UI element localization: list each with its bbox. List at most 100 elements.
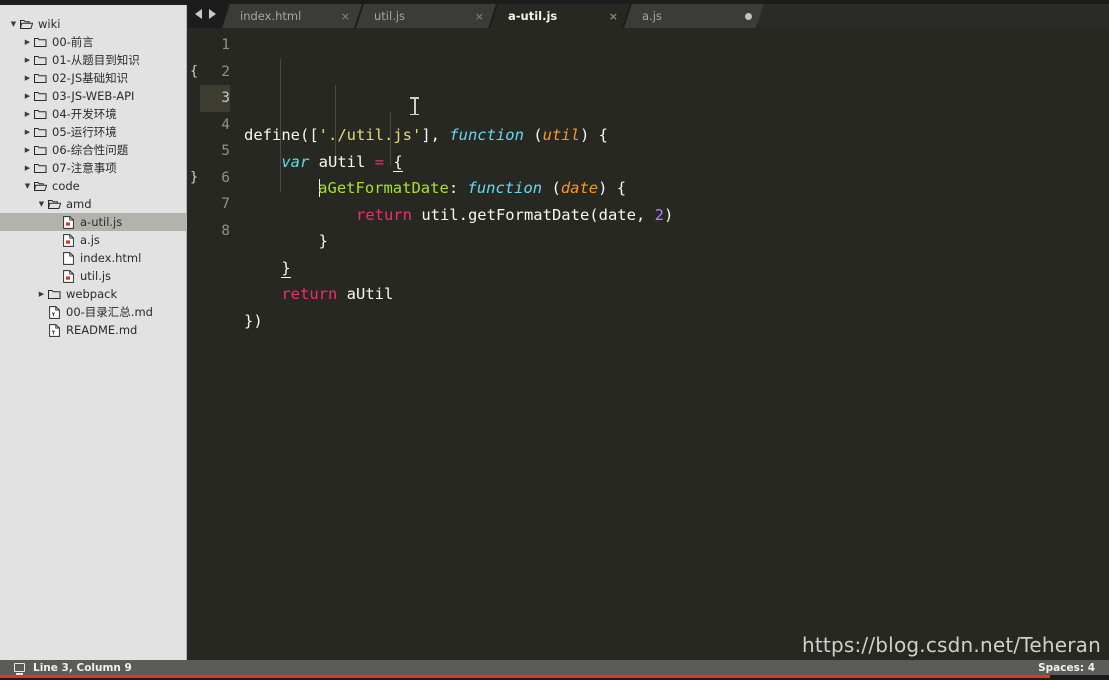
tab-index-html[interactable]: index.html × xyxy=(222,4,362,28)
chevron-down-icon[interactable]: ▼ xyxy=(22,177,33,195)
tree-item-05-[interactable]: ▶ 05-运行环境 xyxy=(0,123,186,141)
code-token: util.getFormatDate(date, xyxy=(411,205,655,224)
chevron-right-icon[interactable]: ▶ xyxy=(22,141,33,159)
tree-item-02-js[interactable]: ▶ 02-JS基础知识 xyxy=(0,69,186,87)
tab-label: a-util.js xyxy=(508,9,558,23)
tree-item-amd[interactable]: ▼ amd xyxy=(0,195,186,213)
folder-icon xyxy=(33,91,48,102)
tab-bar[interactable]: index.html × util.js × a-util.js × a.js xyxy=(188,0,1109,28)
spacer-icon: ▶ xyxy=(50,231,61,249)
spacer-icon: ▶ xyxy=(36,303,47,321)
triangle-left-icon[interactable] xyxy=(194,9,202,19)
code-token: date xyxy=(560,179,599,197)
chevron-right-icon[interactable]: ▶ xyxy=(22,123,33,141)
fold-marker-column[interactable]: {} xyxy=(188,28,200,660)
fold-marker[interactable]: } xyxy=(188,165,200,192)
sublime-text-window: ▼ wiki ▶ 00-前言 ▶ 01-从题目到知识 ▶ 02-JS基础知识 ▶ 03-JS-WE… xyxy=(0,0,1109,680)
tab-util-js[interactable]: util.js × xyxy=(356,4,496,28)
fold-marker[interactable]: { xyxy=(188,59,200,86)
folder-icon xyxy=(33,127,48,138)
tree-item-07-[interactable]: ▶ 07-注意事项 xyxy=(0,159,186,177)
code-token: } xyxy=(244,232,328,250)
tree-item-label: 07-注意事项 xyxy=(52,161,117,175)
code-token: aUtil xyxy=(309,152,375,171)
code-token: aGetFormatDate xyxy=(318,179,449,197)
code-content[interactable]: define(['./util.js'], function (util) { … xyxy=(238,28,1109,660)
tree-item-label: README.md xyxy=(66,323,138,337)
code-token: ) { xyxy=(579,126,608,144)
code-token: var xyxy=(281,152,310,171)
code-line[interactable]: } xyxy=(244,255,1109,282)
chevron-down-icon[interactable]: ▼ xyxy=(36,195,47,213)
code-token: define([ xyxy=(244,126,319,144)
chevron-right-icon[interactable]: ▶ xyxy=(22,33,33,51)
code-token: ( xyxy=(542,179,561,197)
folder-tree[interactable]: ▼ wiki ▶ 00-前言 ▶ 01-从题目到知识 ▶ 02-JS基础知识 ▶ 03-JS-WE… xyxy=(0,5,186,339)
tree-item-06-[interactable]: ▶ 06-综合性问题 xyxy=(0,141,186,159)
chevron-right-icon[interactable]: ▶ xyxy=(22,159,33,177)
code-line[interactable]: } xyxy=(244,228,1109,255)
tree-item-webpack[interactable]: ▶ webpack xyxy=(0,285,186,303)
code-token: ], xyxy=(421,126,450,144)
folder-icon xyxy=(33,73,48,84)
tree-item-a-util.js[interactable]: ▶ a-util.js xyxy=(0,213,186,231)
tree-item-code[interactable]: ▼ code xyxy=(0,177,186,195)
folder-icon xyxy=(33,37,48,48)
unsaved-indicator-icon[interactable] xyxy=(745,13,752,20)
code-line[interactable]: aGetFormatDate: function (date) { xyxy=(244,175,1109,202)
folder-open-icon xyxy=(19,19,34,30)
spaces-setting-label[interactable]: Spaces: 4 xyxy=(1038,662,1095,674)
code-token: } xyxy=(281,258,291,278)
folder-open-icon xyxy=(33,181,48,192)
code-line[interactable]: return aUtil xyxy=(244,281,1109,308)
tree-item-wiki[interactable]: ▼ wiki xyxy=(0,15,186,33)
tab-list[interactable]: index.html × util.js × a-util.js × a.js xyxy=(222,4,1109,28)
chevron-right-icon[interactable]: ▶ xyxy=(22,51,33,69)
chevron-down-icon[interactable]: ▼ xyxy=(8,15,19,33)
tree-item-label: 03-JS-WEB-API xyxy=(52,89,135,103)
line-number: 7 xyxy=(221,196,230,212)
tab-nav-arrows[interactable] xyxy=(188,0,222,28)
code-line[interactable]: define(['./util.js'], function (util) { xyxy=(244,122,1109,149)
chevron-right-icon[interactable]: ▶ xyxy=(22,87,33,105)
tree-item-00-[interactable]: ▶ 00-前言 xyxy=(0,33,186,51)
chevron-right-icon[interactable]: ▶ xyxy=(36,285,47,303)
tree-item-label: 06-综合性问题 xyxy=(52,143,129,157)
tree-item-03-js-web-api[interactable]: ▶ 03-JS-WEB-API xyxy=(0,87,186,105)
folder-open-icon xyxy=(47,199,62,210)
code-token: aUtil xyxy=(337,285,394,303)
chevron-right-icon[interactable]: ▶ xyxy=(22,69,33,87)
code-token: ) { xyxy=(598,179,627,197)
file-js-icon xyxy=(61,215,76,229)
chevron-right-icon[interactable]: ▶ xyxy=(22,105,33,123)
tree-item-util.js[interactable]: ▶ util.js xyxy=(0,267,186,285)
tree-item-label: 05-运行环境 xyxy=(52,125,117,139)
tab-a-js[interactable]: a.js xyxy=(624,4,764,28)
code-token: { xyxy=(393,152,403,172)
spacer-icon: ▶ xyxy=(50,249,61,267)
tree-item-readme.md[interactable]: ▶ README.md xyxy=(0,321,186,339)
triangle-right-icon[interactable] xyxy=(208,9,216,19)
tree-item-01-[interactable]: ▶ 01-从题目到知识 xyxy=(0,51,186,69)
close-icon[interactable]: × xyxy=(475,10,484,23)
tree-item-index.html[interactable]: ▶ index.html xyxy=(0,249,186,267)
code-line[interactable]: }) xyxy=(244,308,1109,335)
tree-item-a.js[interactable]: ▶ a.js xyxy=(0,231,186,249)
code-line[interactable]: return util.getFormatDate(date, 2) xyxy=(244,202,1109,229)
panel-icon[interactable] xyxy=(14,663,25,675)
code-editor[interactable]: {} 1 2 3 4 5 6 7 8 define(['./util.js'], functi… xyxy=(188,28,1109,660)
close-icon[interactable]: × xyxy=(341,10,350,23)
code-line[interactable]: var aUtil = { xyxy=(244,149,1109,176)
sidebar-file-tree[interactable]: ▼ wiki ▶ 00-前言 ▶ 01-从题目到知识 ▶ 02-JS基础知识 ▶ 03-JS-WE… xyxy=(0,5,187,660)
tree-item-label: 02-JS基础知识 xyxy=(52,71,129,85)
tree-item-label: wiki xyxy=(38,17,61,31)
tab-a-util-js[interactable]: a-util.js × xyxy=(490,4,630,28)
tree-item-04-[interactable]: ▶ 04-开发环境 xyxy=(0,105,186,123)
tree-item-00-.md[interactable]: ▶ 00-目录汇总.md xyxy=(0,303,186,321)
close-icon[interactable]: × xyxy=(609,10,618,23)
tree-item-label: a-util.js xyxy=(80,215,123,229)
